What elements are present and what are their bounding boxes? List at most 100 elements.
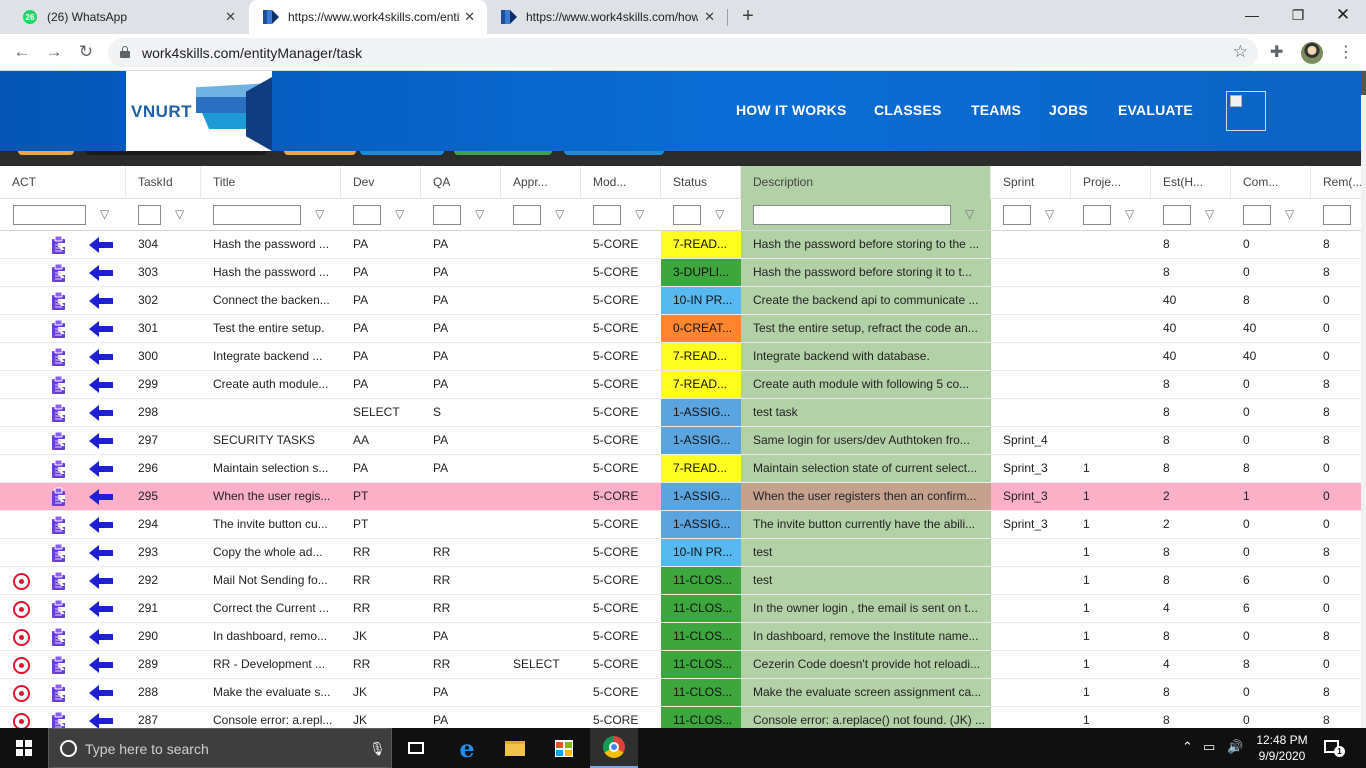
- cell-estimate[interactable]: 8: [1151, 231, 1231, 258]
- back-arrow-icon[interactable]: [89, 629, 113, 645]
- cell-project[interactable]: [1071, 343, 1151, 370]
- cell-approver[interactable]: SELECT: [501, 651, 581, 678]
- cell-description[interactable]: Integrate backend with database.: [741, 343, 991, 370]
- cell-qa[interactable]: [421, 511, 501, 538]
- cell-taskid[interactable]: 293: [126, 539, 201, 566]
- cell-dev[interactable]: RR: [341, 595, 421, 622]
- cell-dev[interactable]: PA: [341, 455, 421, 482]
- table-row[interactable]: 304 Hash the password ... PA PA 5-CORE 7-READ…: [0, 231, 1361, 259]
- filter-input-title[interactable]: [213, 205, 301, 225]
- cell-estimate[interactable]: 2: [1151, 511, 1231, 538]
- cell-module[interactable]: 5-CORE: [581, 483, 661, 510]
- store-icon[interactable]: [540, 728, 588, 768]
- notification-center-icon[interactable]: 1: [1322, 738, 1345, 758]
- cell-remaining[interactable]: 0: [1311, 511, 1361, 538]
- filter-input-estimate[interactable]: [1163, 205, 1191, 225]
- cell-dev[interactable]: JK: [341, 707, 421, 728]
- cell-remaining[interactable]: 8: [1311, 231, 1361, 258]
- cell-description[interactable]: Make the evaluate screen assignment ca..…: [741, 679, 991, 706]
- cell-taskid[interactable]: 289: [126, 651, 201, 678]
- cell-title[interactable]: In dashboard, remo...: [201, 623, 341, 650]
- start-button[interactable]: [0, 728, 48, 768]
- clipboard-edit-icon[interactable]: [49, 403, 69, 423]
- cell-approver[interactable]: [501, 567, 581, 594]
- vertical-scrollbar[interactable]: [1361, 71, 1366, 728]
- cell-module[interactable]: 5-CORE: [581, 595, 661, 622]
- cell-sprint[interactable]: [991, 623, 1071, 650]
- table-row[interactable]: 297 SECURITY TASKS AA PA 5-CORE 1-ASSIG... Sam…: [0, 427, 1361, 455]
- cell-taskid[interactable]: 303: [126, 259, 201, 286]
- cell-status[interactable]: 10-IN PR...: [661, 539, 741, 566]
- cell-remaining[interactable]: 0: [1311, 651, 1361, 678]
- clipboard-edit-icon[interactable]: [49, 683, 69, 703]
- cell-dev[interactable]: RR: [341, 539, 421, 566]
- cell-taskid[interactable]: 288: [126, 679, 201, 706]
- cell-status[interactable]: 11-CLOS...: [661, 651, 741, 678]
- cell-description[interactable]: test: [741, 567, 991, 594]
- cell-estimate[interactable]: 8: [1151, 259, 1231, 286]
- cell-approver[interactable]: [501, 707, 581, 728]
- extensions-icon[interactable]: ✚: [1270, 42, 1283, 62]
- table-row[interactable]: 287 Console error: a.repl... JK PA 5-CORE 11-…: [0, 707, 1361, 728]
- cell-taskid[interactable]: 304: [126, 231, 201, 258]
- cell-project[interactable]: 1: [1071, 511, 1151, 538]
- column-header-approver[interactable]: Appr...: [501, 166, 581, 199]
- cell-sprint[interactable]: [991, 287, 1071, 314]
- cell-approver[interactable]: [501, 259, 581, 286]
- cell-sprint[interactable]: [991, 539, 1071, 566]
- cell-module[interactable]: 5-CORE: [581, 651, 661, 678]
- cell-completed[interactable]: 0: [1231, 539, 1311, 566]
- column-header-description[interactable]: Description: [741, 166, 991, 199]
- cell-title[interactable]: Maintain selection s...: [201, 455, 341, 482]
- filter-icon[interactable]: ▽: [1285, 208, 1294, 220]
- cell-taskid[interactable]: 300: [126, 343, 201, 370]
- column-header-completed[interactable]: Com...: [1231, 166, 1311, 199]
- cell-title[interactable]: Test the entire setup.: [201, 315, 341, 342]
- target-icon[interactable]: [13, 629, 30, 646]
- tab-entity-manager[interactable]: https://www.work4skills.com/entit ✕: [249, 0, 487, 34]
- clipboard-edit-icon[interactable]: [49, 431, 69, 451]
- network-icon[interactable]: ▭: [1203, 739, 1215, 755]
- clipboard-edit-icon[interactable]: [49, 599, 69, 619]
- cell-estimate[interactable]: 2: [1151, 483, 1231, 510]
- cell-sprint[interactable]: Sprint_3: [991, 483, 1071, 510]
- cell-qa[interactable]: PA: [421, 623, 501, 650]
- back-arrow-icon[interactable]: [89, 433, 113, 449]
- cell-status[interactable]: 3-DUPLI...: [661, 259, 741, 286]
- cell-title[interactable]: Hash the password ...: [201, 231, 341, 258]
- cell-project[interactable]: [1071, 371, 1151, 398]
- cell-estimate[interactable]: 8: [1151, 427, 1231, 454]
- cell-dev[interactable]: PT: [341, 511, 421, 538]
- cell-title[interactable]: SECURITY TASKS: [201, 427, 341, 454]
- cell-project[interactable]: 1: [1071, 455, 1151, 482]
- column-header-estimate[interactable]: Est(H...: [1151, 166, 1231, 199]
- target-icon[interactable]: [13, 657, 30, 674]
- broken-image-icon[interactable]: [1226, 91, 1266, 131]
- table-row[interactable]: 302 Connect the backen... PA PA 5-CORE 10-IN …: [0, 287, 1361, 315]
- cell-title[interactable]: When the user regis...: [201, 483, 341, 510]
- cell-sprint[interactable]: [991, 651, 1071, 678]
- cell-module[interactable]: 5-CORE: [581, 455, 661, 482]
- cell-description[interactable]: Maintain selection state of current sele…: [741, 455, 991, 482]
- cell-completed[interactable]: 0: [1231, 259, 1311, 286]
- cell-title[interactable]: Hash the password ...: [201, 259, 341, 286]
- nav-how-it-works[interactable]: HOW IT WORKS: [736, 102, 847, 118]
- table-row[interactable]: 298 SELECT S 5-CORE 1-ASSIG... test task 8 0 8: [0, 399, 1361, 427]
- back-arrow-icon[interactable]: [89, 293, 113, 309]
- profile-avatar[interactable]: [1301, 42, 1323, 64]
- column-header-dev[interactable]: Dev: [341, 166, 421, 199]
- filter-icon[interactable]: ▽: [555, 208, 564, 220]
- cell-qa[interactable]: PA: [421, 259, 501, 286]
- cell-module[interactable]: 5-CORE: [581, 539, 661, 566]
- cell-completed[interactable]: 8: [1231, 287, 1311, 314]
- cell-description[interactable]: In the owner login , the email is sent o…: [741, 595, 991, 622]
- filter-icon[interactable]: ▽: [965, 208, 974, 220]
- filter-input-sprint[interactable]: [1003, 205, 1031, 225]
- column-header-title[interactable]: Title: [201, 166, 341, 199]
- cell-module[interactable]: 5-CORE: [581, 427, 661, 454]
- cell-completed[interactable]: 1: [1231, 483, 1311, 510]
- cell-estimate[interactable]: 4: [1151, 651, 1231, 678]
- cell-description[interactable]: The invite button currently have the abi…: [741, 511, 991, 538]
- cell-completed[interactable]: 8: [1231, 455, 1311, 482]
- cell-approver[interactable]: [501, 483, 581, 510]
